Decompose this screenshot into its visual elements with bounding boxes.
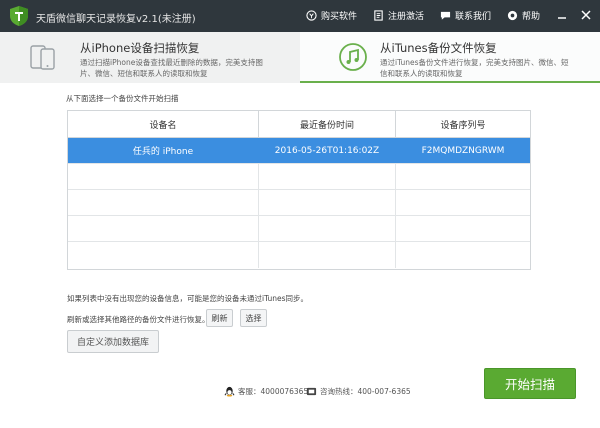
select-button[interactable]: 选择 bbox=[240, 309, 267, 327]
title-bar: 天盾微信聊天记录恢复v2.1(未注册) 购买软件 注册激活 联系我们 帮助 bbox=[0, 0, 600, 32]
cell-serial-number bbox=[396, 164, 530, 189]
app-title: 天盾微信聊天记录恢复v2.1(未注册) bbox=[36, 14, 196, 25]
hotline: 咨询热线：400-007-6365 bbox=[306, 386, 411, 397]
cell-backup-time bbox=[259, 164, 396, 189]
register-link[interactable]: 注册激活 bbox=[373, 9, 424, 22]
buy-software-label: 购买软件 bbox=[320, 12, 357, 22]
table-row[interactable] bbox=[68, 242, 530, 268]
column-device-name[interactable]: 设备名 bbox=[68, 111, 259, 137]
phone-hotline-icon bbox=[306, 387, 317, 396]
music-note-icon bbox=[339, 43, 367, 71]
backup-table: 设备名 最近备份时间 设备序列号 任兵的 iPhone 2016-05-26T0… bbox=[67, 110, 531, 270]
cell-serial-number: F2MQMDZNGRWM bbox=[421, 145, 505, 156]
table-row[interactable]: 任兵的 iPhone 2016-05-26T01:16:02Z F2MQMDZN… bbox=[68, 138, 530, 164]
register-label: 注册激活 bbox=[387, 12, 424, 22]
cart-icon bbox=[306, 10, 317, 21]
column-serial-number[interactable]: 设备序列号 bbox=[396, 111, 530, 137]
tab-iphone-scan-title: 从iPhone设备扫描恢复 bbox=[80, 41, 200, 55]
cell-device-name bbox=[68, 216, 259, 241]
contact-link[interactable]: 联系我们 bbox=[440, 9, 491, 22]
qq-icon bbox=[224, 386, 235, 397]
table-row[interactable] bbox=[68, 164, 530, 190]
table-row[interactable] bbox=[68, 216, 530, 242]
hotline-label: 咨询热线：400-007-6365 bbox=[320, 387, 411, 396]
window-controls bbox=[556, 9, 592, 21]
add-custom-database-button[interactable]: 自定义添加数据库 bbox=[67, 330, 159, 353]
tab-itunes-backup-desc: 通过iTunes备份文件进行恢复，完美支持图片、微信、短信和联系人的读取和恢复 bbox=[380, 58, 569, 78]
top-links: 购买软件 注册激活 联系我们 帮助 bbox=[306, 9, 540, 22]
refresh-hint: 刷新或选择其他路径的备份文件进行恢复。 bbox=[67, 315, 210, 324]
cell-serial-number bbox=[396, 242, 530, 268]
buy-software-link[interactable]: 购买软件 bbox=[306, 9, 357, 22]
cell-backup-time bbox=[259, 190, 396, 215]
start-scan-button[interactable]: 开始扫描 bbox=[484, 368, 576, 399]
minimize-icon[interactable] bbox=[556, 9, 568, 21]
device-missing-note: 如果列表中没有出现您的设备信息，可能是您的设备未通过iTunes同步。 bbox=[67, 294, 309, 303]
tab-itunes-backup-title: 从iTunes备份文件恢复 bbox=[380, 41, 497, 55]
cell-device-name bbox=[68, 242, 259, 268]
qq-support-label: 客服：4000076365 bbox=[238, 387, 309, 396]
table-row[interactable] bbox=[68, 190, 530, 216]
shield-logo-icon bbox=[10, 6, 28, 26]
tab-iphone-scan-desc: 通过扫描iPhone设备查找最近删除的数据，完美支持图片、微信、短信和联系人的读… bbox=[80, 58, 263, 78]
cell-serial-number bbox=[396, 190, 530, 215]
phone-icon bbox=[30, 45, 55, 70]
select-backup-prompt: 从下面选择一个备份文件开始扫描 bbox=[66, 94, 179, 103]
table-header: 设备名 最近备份时间 设备序列号 bbox=[68, 111, 530, 138]
cell-device-name bbox=[68, 164, 259, 189]
cell-backup-time bbox=[259, 242, 396, 268]
register-icon bbox=[374, 10, 383, 21]
settings-icon bbox=[507, 10, 518, 21]
cell-backup-time bbox=[259, 216, 396, 241]
cell-backup-time: 2016-05-26T01:16:02Z bbox=[259, 138, 396, 163]
help-label: 帮助 bbox=[521, 12, 540, 22]
cell-device-name: 任兵的 iPhone bbox=[68, 138, 259, 163]
column-backup-time[interactable]: 最近备份时间 bbox=[259, 111, 396, 137]
chat-icon bbox=[440, 11, 451, 20]
cell-device-name bbox=[68, 190, 259, 215]
qq-support[interactable]: 客服：4000076365 bbox=[224, 386, 308, 397]
cell-serial-number bbox=[396, 216, 530, 241]
help-link[interactable]: 帮助 bbox=[507, 9, 540, 22]
close-icon[interactable] bbox=[580, 9, 592, 21]
contact-label: 联系我们 bbox=[454, 12, 491, 22]
tab-iphone-scan[interactable]: 从iPhone设备扫描恢复 通过扫描iPhone设备查找最近删除的数据，完美支持… bbox=[0, 32, 300, 83]
refresh-button[interactable]: 刷新 bbox=[206, 309, 233, 327]
recovery-mode-tabs: 从iPhone设备扫描恢复 通过扫描iPhone设备查找最近删除的数据，完美支持… bbox=[0, 32, 600, 83]
tab-itunes-backup[interactable]: 从iTunes备份文件恢复 通过iTunes备份文件进行恢复，完美支持图片、微信… bbox=[300, 32, 600, 83]
